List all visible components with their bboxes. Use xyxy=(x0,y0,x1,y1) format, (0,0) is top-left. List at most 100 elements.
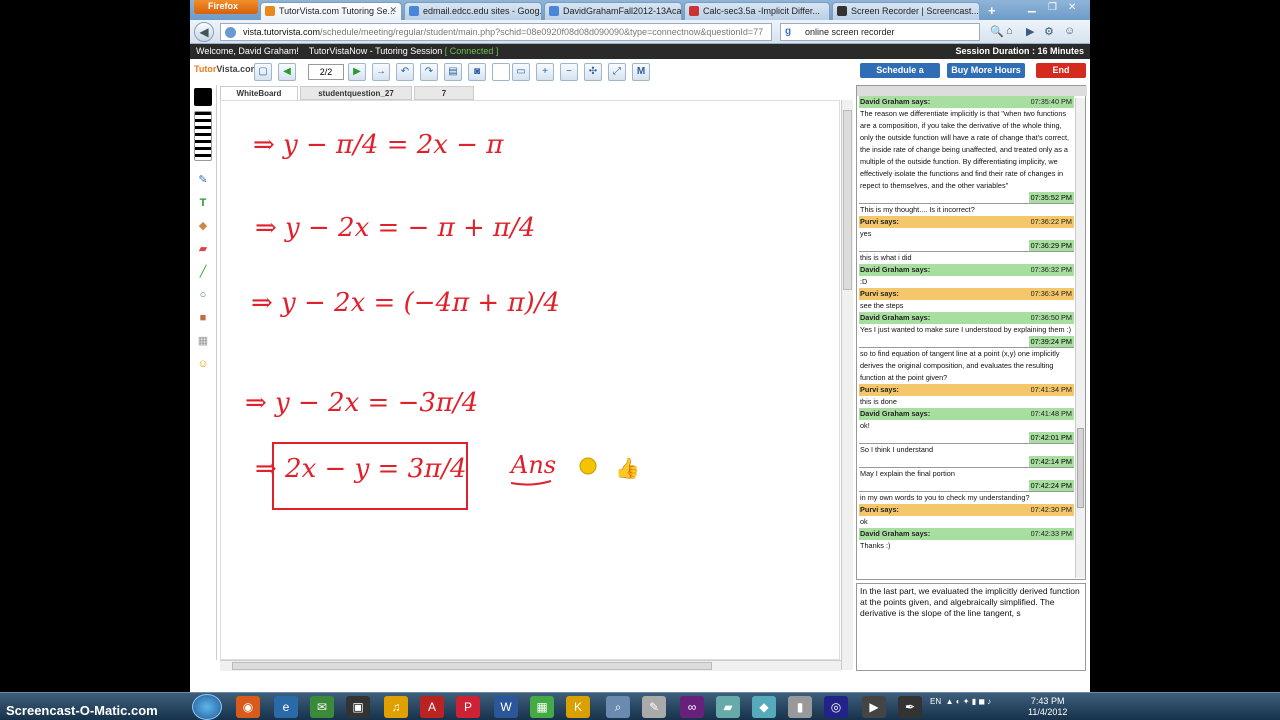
redo-icon[interactable]: ↷ xyxy=(420,63,438,81)
headphones-taskbar-icon[interactable]: ♫ xyxy=(384,696,408,718)
paint-taskbar-icon[interactable]: ✎ xyxy=(642,696,666,718)
scroll-thumb[interactable] xyxy=(232,662,712,670)
schedule-session-button[interactable]: Schedule a session xyxy=(860,63,940,89)
search-go-icon[interactable]: 🔍 xyxy=(990,25,1004,38)
browser-tab-davidgraham[interactable]: DavidGrahamFall2012-13Aca... xyxy=(544,2,682,20)
pdf-taskbar-icon[interactable]: A xyxy=(420,696,444,718)
recorder-taskbar-icon[interactable]: ◎ xyxy=(824,696,848,718)
chat-message: :D xyxy=(860,277,868,286)
language-indicator[interactable]: EN xyxy=(930,697,941,706)
chat-message: ok! xyxy=(860,421,870,430)
word-taskbar-icon[interactable]: W xyxy=(494,696,518,718)
color-swatch[interactable] xyxy=(194,88,212,106)
new-page-icon[interactable]: ▢ xyxy=(254,63,272,81)
chat-speaker: David Graham says: 07:41:48 PM xyxy=(859,408,1074,420)
visualstudio-taskbar-icon[interactable]: ∞ xyxy=(680,696,704,718)
clock[interactable]: 7:43 PM 11/4/2012 xyxy=(1028,696,1067,718)
scroll-thumb[interactable] xyxy=(1077,428,1084,508)
search-input[interactable]: g online screen recorder xyxy=(780,23,980,41)
recorder-controls[interactable]: ⊞⊟⊡⊠✕ xyxy=(1040,681,1089,690)
new-tab-icon[interactable]: + xyxy=(988,3,996,18)
browser-tab-calc[interactable]: Calc-sec3.5a -Implicit Differ... xyxy=(684,2,830,20)
blank-icon[interactable] xyxy=(492,63,510,81)
select-icon[interactable]: ▭ xyxy=(512,63,530,81)
arrow-right-icon[interactable]: → xyxy=(372,63,390,81)
rectangle-tool-icon[interactable]: ■ xyxy=(194,309,212,327)
tab-7[interactable]: 7 xyxy=(414,86,474,100)
prev-page-icon[interactable]: ◀ xyxy=(278,63,296,81)
canvas-horizontal-scrollbar[interactable] xyxy=(220,660,841,671)
whiteboard-canvas[interactable]: ⇒ y − π/4 = 2x − π ⇒ y − 2x = − π + π/4 … xyxy=(220,100,840,660)
search-taskbar-icon[interactable]: ⌕ xyxy=(606,696,630,718)
chat-timestamp: 07:39:24 PM xyxy=(1028,336,1074,347)
highlighter-icon[interactable]: ◆ xyxy=(194,217,212,235)
fullscreen-icon[interactable]: ⤢ xyxy=(608,63,626,81)
tool-taskbar-icon[interactable]: K xyxy=(566,696,590,718)
url-bar[interactable]: vista.tutorvista.com/schedule/meeting/re… xyxy=(220,23,772,41)
page-indicator[interactable]: 2/2 xyxy=(308,64,344,80)
chat-taskbar-icon[interactable]: ✉ xyxy=(310,696,334,718)
browser-tab-edmail[interactable]: edmail.edcc.edu sites - Goog... xyxy=(404,2,542,20)
line-tool-icon[interactable]: ╱ xyxy=(194,263,212,281)
ie-taskbar-icon[interactable]: e xyxy=(274,696,298,718)
firefox-taskbar-icon[interactable]: ◉ xyxy=(236,696,260,718)
end-session-button[interactable]: End Session xyxy=(1036,63,1086,89)
chat-timestamp: 07:36:50 PM xyxy=(1030,313,1072,322)
home-icon[interactable]: ⌂ xyxy=(1006,25,1013,37)
grid-icon[interactable]: ▦ xyxy=(194,332,212,350)
powerpoint-taskbar-icon[interactable]: P xyxy=(456,696,480,718)
fit-icon[interactable]: ✣ xyxy=(584,63,602,81)
speaker-name: Purvi says: xyxy=(860,217,899,226)
pen-icon[interactable]: ✎ xyxy=(194,171,212,189)
docs-favicon-icon xyxy=(409,6,419,16)
tab-whiteboard[interactable]: WhiteBoard xyxy=(220,86,298,100)
scroll-thumb[interactable] xyxy=(843,110,852,290)
tutorvista-favicon-icon xyxy=(265,6,275,16)
close-tab-icon[interactable]: ✕ xyxy=(389,5,397,16)
start-button[interactable] xyxy=(192,694,222,720)
minimize-icon[interactable]: ▁ xyxy=(1028,2,1036,13)
chat-panel: David Graham says: 07:35:40 PM The reason … xyxy=(856,85,1087,580)
addon-icon[interactable]: ⚙ xyxy=(1044,25,1054,38)
tab-studentquestion[interactable]: studentquestion_27 xyxy=(300,86,412,100)
paste-icon[interactable]: ▤ xyxy=(444,63,462,81)
maximize-icon[interactable]: ❐ xyxy=(1048,2,1057,13)
browser-tab-tutorvista[interactable]: TutorVista.com Tutoring Se... ✕ xyxy=(260,2,402,20)
line-width-picker[interactable] xyxy=(194,111,212,161)
app-taskbar-icon[interactable]: ▦ xyxy=(530,696,554,718)
smiley-icon[interactable]: ☺ xyxy=(194,355,212,373)
explorer-taskbar-icon[interactable]: ▣ xyxy=(346,696,370,718)
zoom-in-icon[interactable]: + xyxy=(536,63,554,81)
folder-taskbar-icon[interactable]: ▰ xyxy=(716,696,740,718)
math-icon[interactable]: M xyxy=(632,63,650,81)
next-page-icon[interactable]: ▶ xyxy=(348,63,366,81)
undo-icon[interactable]: ↶ xyxy=(396,63,414,81)
logo-part-b: Vista.com xyxy=(216,64,259,74)
buy-more-hours-button[interactable]: Buy More Hours xyxy=(947,63,1025,78)
session-header: Welcome, David Graham! TutorVistaNow - T… xyxy=(190,44,1090,59)
close-window-icon[interactable]: ✕ xyxy=(1068,2,1076,13)
circle-tool-icon[interactable]: ○ xyxy=(194,286,212,304)
chat-timestamp: 07:36:32 PM xyxy=(1030,265,1072,274)
video-taskbar-icon[interactable]: ▶ xyxy=(862,696,886,718)
zoom-out-icon[interactable]: − xyxy=(560,63,578,81)
device-taskbar-icon[interactable]: ▮ xyxy=(788,696,812,718)
back-arrow-icon[interactable]: ◀ xyxy=(194,22,214,42)
chat-scrollbar[interactable] xyxy=(1075,98,1085,578)
camera-icon[interactable]: ◙ xyxy=(468,63,486,81)
url-path: /schedule/meeting/regular/student/main.p… xyxy=(320,27,764,37)
canvas-vertical-scrollbar[interactable] xyxy=(841,100,853,670)
chat-timestamp: 07:42:33 PM xyxy=(1030,529,1072,538)
youtube-icon[interactable]: ▶ xyxy=(1026,25,1034,38)
clock-date: 11/4/2012 xyxy=(1028,707,1068,717)
text-tool-icon[interactable]: T xyxy=(194,194,212,212)
chat-timestamp: 07:42:24 PM xyxy=(1028,480,1074,491)
chat-input[interactable]: In the last part, we evaluated the impli… xyxy=(856,583,1086,671)
smiley-addon-icon[interactable]: ☺ xyxy=(1064,25,1075,37)
screen: Firefox TutorVista.com Tutoring Se... ✕ e… xyxy=(0,0,1280,720)
pen-taskbar-icon[interactable]: ✒ xyxy=(898,696,922,718)
browser-tab-screencast[interactable]: Screen Recorder | Screencast... xyxy=(832,2,980,20)
firefox-menu-button[interactable]: Firefox xyxy=(194,0,258,14)
eraser-icon[interactable]: ▰ xyxy=(194,240,212,258)
media-taskbar-icon[interactable]: ◆ xyxy=(752,696,776,718)
